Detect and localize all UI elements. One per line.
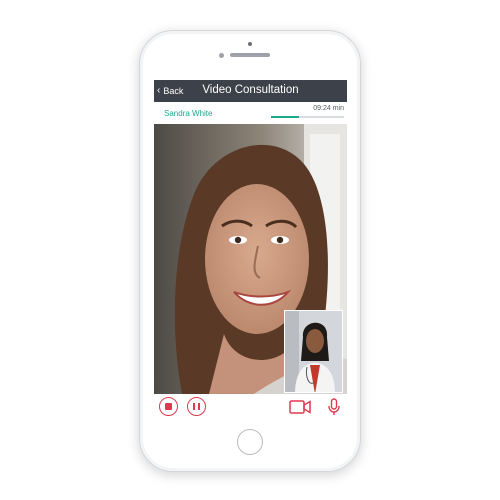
page-title: Video Consultation <box>202 84 299 96</box>
camera-toggle-button[interactable] <box>289 400 311 419</box>
front-camera <box>248 42 252 46</box>
microphone-icon <box>328 398 340 415</box>
self-view-pip[interactable] <box>284 310 343 393</box>
video-camera-icon <box>289 400 311 414</box>
app-screen: ‹ Back Video Consultation Sandra White 0… <box>154 80 347 421</box>
call-progress-track <box>271 116 344 118</box>
call-timer: 09:24 min <box>313 105 344 112</box>
patient-name: Sandra White <box>164 109 213 118</box>
earpiece-speaker <box>230 53 270 57</box>
mic-toggle-button[interactable] <box>328 398 340 421</box>
nav-bar: ‹ Back Video Consultation <box>154 80 347 102</box>
stop-icon <box>164 402 172 410</box>
call-progress-fill <box>271 116 299 118</box>
sensor-dot <box>219 53 224 58</box>
doctor-video-image <box>285 311 342 392</box>
call-info-bar: Sandra White 09:24 min <box>154 102 347 124</box>
stop-button[interactable] <box>159 397 178 416</box>
call-controls <box>154 394 347 421</box>
home-button[interactable] <box>237 429 263 455</box>
pause-button[interactable] <box>187 397 206 416</box>
